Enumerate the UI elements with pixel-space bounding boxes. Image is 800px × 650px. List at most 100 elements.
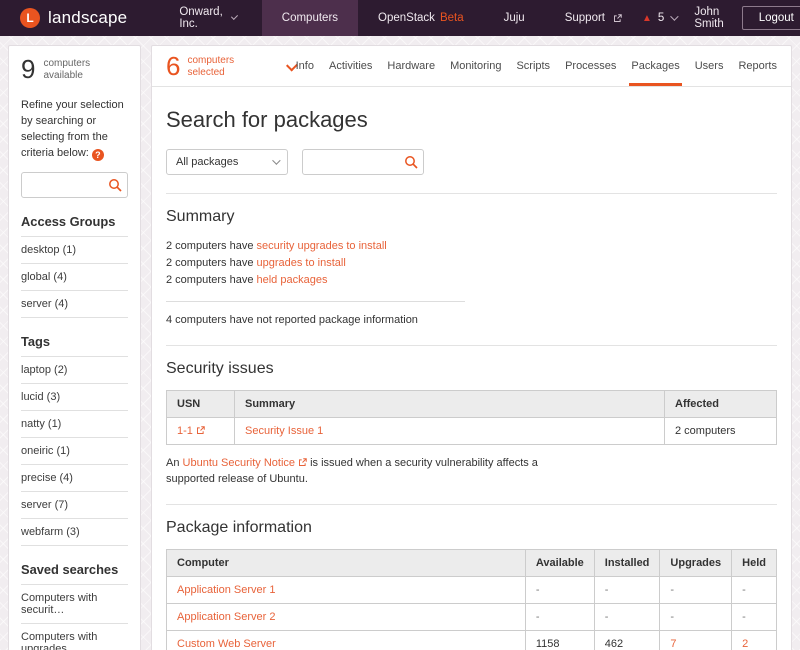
tab-packages[interactable]: Packages: [631, 46, 679, 86]
affected-count: 2 computers: [665, 417, 777, 444]
computer-tabs: Info Activities Hardware Monitoring Scri…: [296, 46, 777, 86]
summary-title: Summary: [166, 208, 777, 226]
alerts-dropdown[interactable]: ▲ 5: [642, 12, 676, 24]
tab-scripts[interactable]: Scripts: [516, 46, 550, 86]
computer-link[interactable]: Custom Web Server: [177, 638, 276, 650]
external-link-icon: [613, 14, 622, 23]
column-header-usn: USN: [167, 390, 235, 417]
section-saved-searches: Saved searches: [21, 562, 128, 584]
security-issues-title: Security issues: [166, 360, 777, 378]
held-count-link[interactable]: 2: [742, 638, 748, 650]
divider: [166, 504, 777, 505]
selected-count-label: computers selected: [187, 53, 259, 78]
list-item[interactable]: lucid (3): [21, 383, 128, 410]
computer-link[interactable]: Application Server 1: [177, 584, 275, 596]
tab-users[interactable]: Users: [695, 46, 724, 86]
beta-badge: Beta: [440, 12, 464, 24]
tab-hardware[interactable]: Hardware: [387, 46, 435, 86]
usn-info-link[interactable]: Ubuntu Security Notice: [183, 457, 308, 469]
list-item[interactable]: natty (1): [21, 410, 128, 437]
landscape-logo-icon: L: [20, 8, 40, 28]
list-item[interactable]: webfarm (3): [21, 518, 128, 545]
column-header-affected: Affected: [665, 390, 777, 417]
table-row: Application Server 1 - - - -: [167, 576, 777, 603]
available-count: 9: [21, 56, 35, 82]
tab-reports[interactable]: Reports: [738, 46, 777, 86]
tab-info[interactable]: Info: [296, 46, 314, 86]
package-information-table: Computer Available Installed Upgrades He…: [166, 549, 777, 650]
package-filter-select[interactable]: All packages: [166, 149, 288, 175]
account-label: Onward, Inc.: [179, 6, 224, 30]
security-note: An Ubuntu Security Notice is issued when…: [166, 455, 558, 488]
brand-name: landscape: [48, 8, 127, 28]
list-item[interactable]: Computers with upgrades: [21, 623, 128, 650]
package-search: [302, 149, 424, 175]
alert-triangle-icon: ▲: [642, 13, 652, 24]
table-row: Custom Web Server 1158 462 7 2: [167, 630, 777, 650]
column-header-held: Held: [732, 549, 777, 576]
nav-openstack[interactable]: OpenStack Beta: [358, 0, 484, 36]
header-nav: Computers OpenStack Beta Juju Support: [262, 0, 642, 36]
list-item[interactable]: Computers with securit…: [21, 584, 128, 623]
list-item[interactable]: oneiric (1): [21, 437, 128, 464]
page-title: Search for packages: [166, 107, 777, 133]
search-icon[interactable]: [108, 178, 122, 192]
tab-processes[interactable]: Processes: [565, 46, 616, 86]
external-link-icon: [298, 458, 307, 467]
divider: [166, 193, 777, 194]
tags-list: laptop (2) lucid (3) natty (1) oneiric (…: [21, 356, 128, 546]
upgrades-count-link[interactable]: 7: [670, 638, 676, 650]
section-access-groups: Access Groups: [21, 214, 128, 236]
alerts-count: 5: [658, 12, 664, 24]
list-item[interactable]: desktop (1): [21, 236, 128, 263]
column-header-summary: Summary: [235, 390, 665, 417]
column-header-available: Available: [525, 549, 594, 576]
nav-juju[interactable]: Juju: [484, 0, 545, 36]
chevron-down-icon: [231, 13, 238, 20]
package-filter-value: All packages: [176, 156, 238, 168]
security-upgrades-link[interactable]: security upgrades to install: [257, 240, 387, 252]
refine-text: Refine your selection by searching or se…: [21, 98, 128, 162]
table-row: Application Server 2 - - - -: [167, 603, 777, 630]
nav-computers[interactable]: Computers: [262, 0, 358, 36]
search-icon[interactable]: [404, 155, 418, 169]
summary-line: 2 computers have held packages: [166, 272, 777, 289]
chevron-down-icon: [670, 12, 678, 20]
summary-line: 2 computers have security upgrades to in…: [166, 238, 777, 255]
help-icon[interactable]: ?: [92, 149, 104, 161]
access-groups-list: desktop (1) global (4) server (4): [21, 236, 128, 318]
saved-searches-list: Computers with securit… Computers with u…: [21, 584, 128, 650]
section-tags: Tags: [21, 334, 128, 356]
available-count-label: computers available: [43, 56, 128, 81]
column-header-computer: Computer: [167, 549, 526, 576]
nav-support[interactable]: Support: [545, 0, 642, 36]
landscape-logo[interactable]: L landscape: [0, 8, 153, 28]
tab-activities[interactable]: Activities: [329, 46, 372, 86]
sidebar: 9 computers available Refine your select…: [8, 45, 141, 650]
available-count-block: 9 computers available: [21, 56, 128, 82]
security-issues-table: USN Summary Affected 1-1 Security Issue …: [166, 390, 777, 445]
tab-monitoring[interactable]: Monitoring: [450, 46, 501, 86]
user-name: John Smith: [694, 6, 723, 30]
list-item[interactable]: global (4): [21, 263, 128, 290]
held-packages-link[interactable]: held packages: [257, 274, 328, 286]
account-dropdown[interactable]: Onward, Inc.: [153, 6, 261, 30]
app-header: L landscape Onward, Inc. Computers OpenS…: [0, 0, 800, 36]
divider: [166, 301, 465, 302]
list-item[interactable]: server (7): [21, 491, 128, 518]
list-item[interactable]: server (4): [21, 290, 128, 317]
table-row: 1-1 Security Issue 1 2 computers: [167, 417, 777, 444]
list-item[interactable]: precise (4): [21, 464, 128, 491]
list-item[interactable]: laptop (2): [21, 356, 128, 383]
sidebar-search: [21, 172, 128, 198]
main-top-bar: 6 computers selected Info Activities Har…: [152, 46, 791, 87]
package-information-title: Package information: [166, 519, 777, 537]
selected-count-block: 6 computers selected: [166, 53, 260, 79]
summary-line: 2 computers have upgrades to install: [166, 255, 777, 272]
usn-link[interactable]: 1-1: [177, 425, 205, 437]
logout-button[interactable]: Logout: [742, 6, 800, 30]
security-issue-link[interactable]: Security Issue 1: [245, 425, 323, 437]
computer-link[interactable]: Application Server 2: [177, 611, 275, 623]
upgrades-link[interactable]: upgrades to install: [257, 257, 346, 269]
unreported-note: 4 computers have not reported package in…: [166, 312, 777, 329]
